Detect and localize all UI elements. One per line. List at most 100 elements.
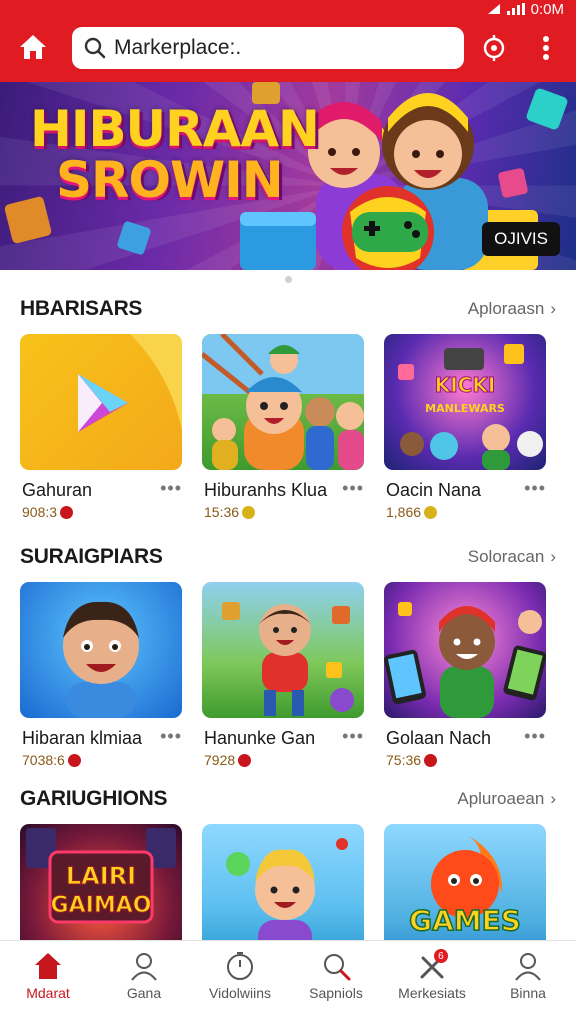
app-thumbnail[interactable]: KICKI MANLEWARS	[384, 334, 546, 470]
app-thumbnail[interactable]	[384, 582, 546, 718]
games-logo-text: GAMES	[409, 904, 521, 937]
timer-icon	[227, 952, 253, 980]
app-thumbnail[interactable]	[202, 582, 364, 718]
coin-icon	[424, 505, 438, 519]
section-title: GARIUGHIONS	[20, 787, 168, 810]
app-stat: 7928	[204, 752, 252, 768]
section-header: HBARISARS Aploraasn ›	[20, 294, 556, 324]
app-name: Hibaran klmiaa	[22, 728, 143, 748]
more-menu-button[interactable]	[528, 30, 564, 66]
status-bar: 0:0M	[487, 0, 564, 18]
signal-icon	[506, 3, 525, 15]
promo-banner[interactable]: HIBURAAN SROWIN OJIVIS	[0, 82, 576, 270]
nav-item-search[interactable]: Sapniols	[288, 941, 384, 1024]
user-icon	[131, 953, 157, 981]
app-card[interactable]: Gahuran ••• 908:3	[20, 334, 182, 526]
coin-icon	[60, 505, 74, 519]
nav-item-gana[interactable]: Gana	[96, 941, 192, 1024]
section-see-all-link[interactable]: Apluroaean ›	[457, 789, 556, 809]
app-thumbnail[interactable]	[20, 582, 182, 718]
home-icon	[35, 953, 61, 979]
banner-cta-button[interactable]: OJIVIS	[482, 222, 560, 256]
more-horizontal-icon[interactable]: •••	[160, 726, 182, 747]
status-time: 0:0M	[530, 0, 564, 18]
banner-title-line2: SROWIN	[56, 151, 284, 209]
app-card[interactable]: Hibaran klmiaa ••• 7038:6	[20, 582, 182, 774]
section-header: SURAIGPIARS Soloracan ›	[20, 542, 556, 572]
more-horizontal-icon[interactable]: •••	[524, 726, 546, 747]
cartoon-boy-running	[222, 602, 354, 716]
app-stat-value: 7928	[204, 752, 236, 768]
home-button[interactable]	[14, 28, 52, 66]
more-horizontal-icon[interactable]: •••	[524, 478, 546, 499]
app-stat: 908:3	[22, 504, 74, 520]
nav-item-home[interactable]: Mdarat	[0, 941, 96, 1024]
see-all-label: Apluroaean	[457, 789, 545, 808]
section-header: GARIUGHIONS Apluroaean ›	[20, 784, 556, 814]
play-store-logo	[78, 334, 182, 432]
see-all-label: Aploraasn	[467, 299, 545, 318]
nav-item-markets[interactable]: 6 Merkesiats	[384, 941, 480, 1024]
app-card[interactable]: Golaan Nach ••• 75:36	[384, 582, 546, 774]
nav-item-videos[interactable]: Vidolwiins	[192, 941, 288, 1024]
nav-label: Sapniols	[309, 985, 363, 1001]
section-title: SURAIGPIARS	[20, 545, 163, 568]
bottom-navigation: Mdarat Gana Vidolwiins Sapniols 6 Merkes…	[0, 940, 576, 1024]
target-icon	[483, 35, 505, 61]
nav-label: Gana	[126, 985, 162, 1001]
nav-label: Binna	[510, 985, 546, 1001]
app-stat: 1,866	[386, 504, 438, 520]
app-card[interactable]: Hiburanhs Klua ••• 15:36	[202, 334, 364, 526]
coin-icon	[242, 505, 256, 519]
app-name: Gahuran	[22, 480, 93, 500]
nav-label: Mdarat	[26, 985, 70, 1001]
app-stat-value: 75:36	[386, 752, 422, 768]
banner-title: HIBURAAN SROWIN	[30, 100, 320, 209]
arcade-characters: KICKI MANLEWARS	[398, 344, 543, 470]
app-card[interactable]: KICKI MANLEWARS Oacin Nana ••• 1,866	[384, 334, 546, 526]
search-bar[interactable]: Markerplace:.	[72, 27, 464, 69]
top-app-bar: 0:0M Markerplace:.	[0, 0, 576, 82]
more-horizontal-icon[interactable]: •••	[160, 478, 182, 499]
notification-badge: 6	[433, 949, 448, 963]
search-input[interactable]: Markerplace:.	[114, 36, 241, 60]
more-horizontal-icon[interactable]: •••	[342, 478, 364, 499]
svg-text:MANLEWARS: MANLEWARS	[425, 402, 505, 415]
coin-icon	[424, 753, 438, 767]
coin-icon	[238, 753, 252, 767]
cartoon-boy-portrait	[63, 601, 139, 718]
cartoon-kids-park	[202, 334, 364, 470]
app-stat-value: 7038:6	[22, 752, 65, 768]
app-stat-value: 908:3	[22, 504, 58, 520]
app-stat: 7038:6	[22, 752, 81, 768]
app-stat-value: 15:36	[204, 504, 240, 520]
app-thumbnail[interactable]	[20, 334, 182, 470]
chevron-right-icon: ›	[550, 789, 556, 808]
cartoon-boy-phones	[384, 602, 546, 718]
nav-label: Vidolwiins	[209, 985, 271, 1001]
app-thumbnail[interactable]	[202, 334, 364, 470]
search-icon	[324, 954, 351, 981]
nav-item-profile[interactable]: Binna	[480, 941, 576, 1024]
app-stat-value: 1,866	[386, 504, 422, 520]
search-icon	[84, 37, 106, 59]
section-title: HBARISARS	[20, 297, 143, 320]
section-see-all-link[interactable]: Aploraasn ›	[468, 299, 556, 319]
banner-pager	[0, 272, 576, 286]
more-horizontal-icon[interactable]: •••	[342, 726, 364, 747]
location-button[interactable]	[476, 30, 512, 66]
home-icon	[20, 35, 46, 59]
banner-title-line1: HIBURAAN	[30, 100, 320, 158]
see-all-label: Soloracan	[467, 547, 545, 566]
app-name: Hanunke Gan	[204, 728, 316, 748]
app-name: Hiburanhs Klua	[204, 480, 328, 500]
sign-line2: GAIMAO	[51, 893, 152, 918]
chevron-right-icon: ›	[550, 299, 556, 318]
app-card[interactable]: Hanunke Gan ••• 7928	[202, 582, 364, 774]
app-name: Golaan Nach	[386, 728, 492, 748]
app-name: Oacin Nana	[386, 480, 482, 500]
app-stat: 15:36	[204, 504, 256, 520]
sign-line1: LAIRI	[66, 862, 136, 890]
coin-icon	[67, 753, 81, 767]
section-see-all-link[interactable]: Soloracan ›	[468, 547, 556, 567]
